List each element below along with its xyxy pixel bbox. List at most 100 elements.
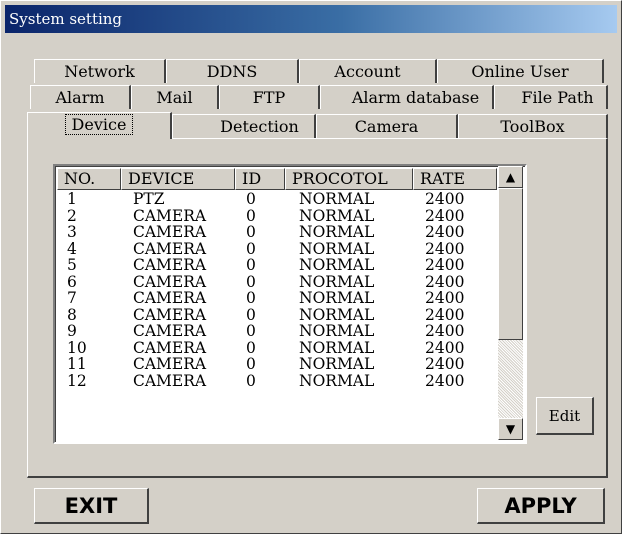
tab-alarm[interactable]: Alarm [30, 85, 131, 109]
cell-no: 12 [67, 371, 87, 390]
table-row[interactable]: 12 CAMERA 0 NORMAL 2400 [57, 371, 525, 390]
column-header-id[interactable]: ID [235, 168, 285, 190]
tab-alarm-database[interactable]: Alarm database [320, 85, 494, 109]
edit-button[interactable]: Edit [536, 397, 594, 435]
list-scrollbar[interactable]: ▲ ▼ [498, 166, 523, 440]
scroll-up-button[interactable]: ▲ [498, 166, 523, 188]
cell-device: CAMERA [133, 289, 207, 307]
tab-ddns[interactable]: DDNS [166, 59, 299, 83]
cell-protocol: NORMAL [299, 206, 375, 225]
tab-device[interactable]: Device [27, 112, 172, 139]
device-list-rows: 1 PTZ 0 NORMAL 2400 2 CAMERA 0 NORMAL 2400 3 CAMERA… [57, 191, 525, 389]
cell-protocol: NORMAL [299, 338, 375, 357]
cell-no: 7 [67, 289, 77, 307]
cell-no: 2 [67, 206, 77, 225]
tab-ftp[interactable]: FTP [219, 85, 320, 109]
cell-device: CAMERA [133, 239, 207, 258]
cell-no: 6 [67, 272, 77, 291]
tab-network[interactable]: Network [34, 59, 166, 83]
cell-rate: 2400 [425, 223, 465, 241]
column-header-no[interactable]: NO. [57, 168, 121, 190]
cell-rate: 2400 [425, 256, 465, 274]
cell-device: CAMERA [133, 355, 207, 373]
cell-protocol: NORMAL [299, 223, 375, 241]
tab-camera[interactable]: Camera [316, 114, 458, 138]
table-row[interactable]: 6 CAMERA 0 NORMAL 2400 [57, 272, 525, 291]
column-header-device[interactable]: DEVICE [121, 168, 235, 190]
cell-no: 8 [67, 305, 77, 324]
table-row[interactable]: 9 CAMERA 0 NORMAL 2400 [57, 323, 525, 340]
cell-rate: 2400 [425, 272, 465, 291]
cell-id: 0 [246, 371, 256, 390]
scroll-thumb[interactable] [498, 188, 523, 340]
cell-id: 0 [246, 305, 256, 324]
cell-protocol: NORMAL [299, 239, 375, 258]
cell-device: PTZ [133, 190, 165, 208]
cell-rate: 2400 [425, 206, 465, 225]
cell-device: CAMERA [133, 305, 207, 324]
tab-file-path[interactable]: File Path [494, 85, 608, 109]
cell-rate: 2400 [425, 355, 465, 373]
cell-no: 3 [67, 223, 77, 241]
cell-no: 5 [67, 256, 77, 274]
table-row[interactable]: 1 PTZ 0 NORMAL 2400 [57, 191, 525, 208]
table-row[interactable]: 10 CAMERA 0 NORMAL 2400 [57, 338, 525, 357]
column-header-protocol[interactable]: PROCOTOL [285, 168, 413, 190]
cell-id: 0 [246, 190, 256, 208]
cell-device: CAMERA [133, 272, 207, 291]
cell-no: 4 [67, 239, 77, 258]
tab-mail[interactable]: Mail [131, 85, 219, 109]
cell-rate: 2400 [425, 338, 465, 357]
scroll-down-button[interactable]: ▼ [498, 418, 523, 440]
cell-rate: 2400 [425, 305, 465, 324]
apply-button[interactable]: APPLY [477, 488, 605, 524]
tab-online-user[interactable]: Online User [437, 59, 604, 83]
cell-id: 0 [246, 289, 256, 307]
table-row[interactable]: 8 CAMERA 0 NORMAL 2400 [57, 305, 525, 324]
cell-device: CAMERA [133, 322, 207, 340]
arrow-down-icon: ▼ [505, 422, 516, 436]
cell-rate: 2400 [425, 289, 465, 307]
tab-account[interactable]: Account [299, 59, 437, 83]
tab-detection[interactable]: Detection [172, 114, 316, 138]
table-row[interactable]: 4 CAMERA 0 NORMAL 2400 [57, 239, 525, 258]
cell-protocol: NORMAL [299, 272, 375, 291]
cell-no: 10 [67, 338, 87, 357]
device-list[interactable]: NO. DEVICE ID PROCOTOL RATE 1 PTZ 0 NORMAL 2… [53, 164, 527, 444]
cell-protocol: NORMAL [299, 305, 375, 324]
cell-id: 0 [246, 272, 256, 291]
cell-id: 0 [246, 355, 256, 373]
cell-no: 1 [67, 190, 77, 208]
cell-protocol: NORMAL [299, 355, 375, 373]
cell-id: 0 [246, 338, 256, 357]
tab-toolbox[interactable]: ToolBox [458, 114, 608, 138]
cell-device: CAMERA [133, 206, 207, 225]
cell-device: CAMERA [133, 371, 207, 390]
cell-protocol: NORMAL [299, 289, 375, 307]
table-row[interactable]: 3 CAMERA 0 NORMAL 2400 [57, 224, 525, 241]
cell-protocol: NORMAL [299, 322, 375, 340]
column-header-rate[interactable]: RATE [413, 168, 497, 190]
table-row[interactable]: 7 CAMERA 0 NORMAL 2400 [57, 290, 525, 307]
exit-button[interactable]: EXIT [34, 488, 149, 524]
table-row[interactable]: 11 CAMERA 0 NORMAL 2400 [57, 356, 525, 373]
cell-device: CAMERA [133, 338, 207, 357]
cell-rate: 2400 [425, 190, 465, 208]
cell-device: CAMERA [133, 223, 207, 241]
arrow-up-icon: ▲ [505, 170, 516, 184]
table-row[interactable]: 2 CAMERA 0 NORMAL 2400 [57, 206, 525, 225]
cell-rate: 2400 [425, 239, 465, 258]
cell-no: 9 [67, 322, 77, 340]
table-row[interactable]: 5 CAMERA 0 NORMAL 2400 [57, 257, 525, 274]
cell-id: 0 [246, 256, 256, 274]
cell-id: 0 [246, 206, 256, 225]
window-title: System setting [5, 5, 617, 33]
system-setting-window: System setting Network DDNS Account Onli… [0, 0, 622, 534]
cell-no: 11 [67, 355, 87, 373]
cell-device: CAMERA [133, 256, 207, 274]
cell-protocol: NORMAL [299, 371, 375, 390]
cell-id: 0 [246, 239, 256, 258]
cell-id: 0 [246, 223, 256, 241]
cell-protocol: NORMAL [299, 190, 375, 208]
cell-protocol: NORMAL [299, 256, 375, 274]
